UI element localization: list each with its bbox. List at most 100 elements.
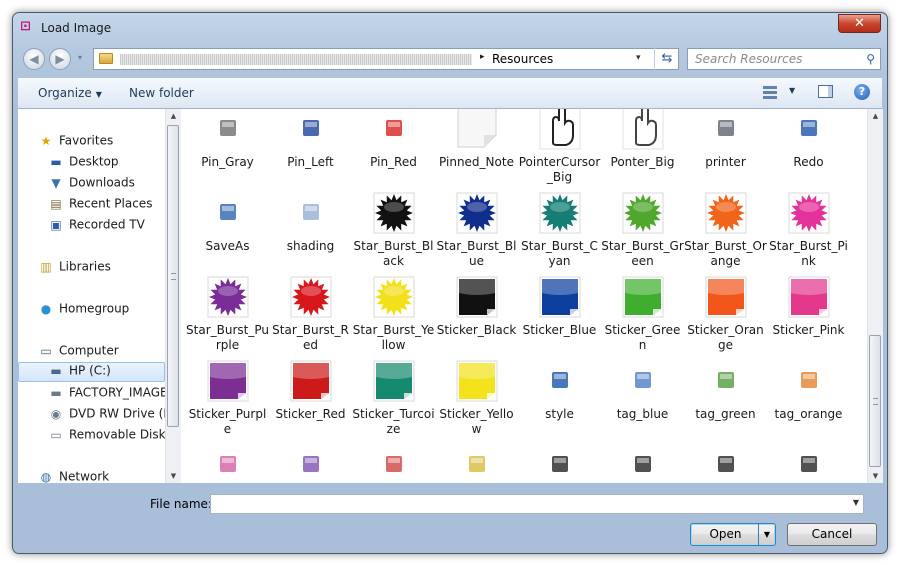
file-item[interactable]: Sticker_Pink (767, 273, 850, 357)
sidebar-scrollbar[interactable]: ▲ ▼ (165, 109, 181, 483)
file-item-label: Sticker_Green (604, 323, 681, 352)
breadcrumb-arrow-icon[interactable]: ▸ (480, 52, 485, 62)
file-item[interactable]: text_align_justify (601, 441, 684, 483)
file-item[interactable]: tag_orange (767, 357, 850, 441)
close-button[interactable]: ✕ (838, 14, 881, 33)
navigation-bar: ◀ ▶ ▾ ▸ Resources ▾ ⇆ Search Resources ⚲ (21, 47, 881, 71)
sidebar-item-favorites[interactable]: ★ Favorites (38, 133, 114, 153)
file-item[interactable]: Sticker_Blue (518, 273, 601, 357)
view-options-dropdown[interactable]: ▼ (789, 86, 795, 95)
file-list-scroll-thumb[interactable] (869, 335, 881, 467)
sidebar-item-downloads[interactable]: ▼ Downloads (48, 175, 135, 195)
navigation-pane: ★ Favorites ▬ Desktop ▼ Downloads ▤ Recent P… (18, 109, 165, 483)
file-item[interactable]: Star_Burst_Purple (186, 273, 269, 357)
file-item[interactable]: Star_Burst_Yellow (352, 273, 435, 357)
file-item[interactable]: PointerCursor_Big (518, 109, 601, 189)
sidebar-item-homegroup[interactable]: ● Homegroup (38, 301, 130, 321)
file-item[interactable]: Sticker_Turcoize (352, 357, 435, 441)
file-item[interactable]: Star_Burst_Orange (684, 189, 767, 273)
file-item[interactable]: tag_pink (186, 441, 269, 483)
file-item[interactable]: Star_Burst_Blue (435, 189, 518, 273)
file-item[interactable]: tag_green (684, 357, 767, 441)
sidebar-item-label: Computer (59, 343, 119, 358)
file-item[interactable]: Star_Burst_Pink (767, 189, 850, 273)
file-item[interactable]: printer (684, 109, 767, 189)
open-options-dropdown[interactable]: ▼ (758, 524, 775, 545)
cancel-button[interactable]: Cancel (787, 523, 877, 546)
forward-button[interactable]: ▶ (49, 48, 71, 70)
preview-pane-icon[interactable] (818, 85, 833, 98)
sidebar-item-computer[interactable]: ▭ Computer (38, 343, 119, 363)
grip-icon (873, 398, 878, 405)
chevron-down-icon[interactable]: ▼ (853, 498, 859, 507)
file-item[interactable]: Sticker_Yellow (435, 357, 518, 441)
file-item[interactable]: Sticker_Orange (684, 273, 767, 357)
recent-pages-dropdown[interactable]: ▾ (78, 53, 82, 62)
file-item[interactable]: Sticker_Purple (186, 357, 269, 441)
file-item[interactable]: Star_Burst_Green (601, 189, 684, 273)
text-align-justify-icon (622, 441, 664, 483)
file-item[interactable]: tag_yellow (435, 441, 518, 483)
tag-purple-icon (290, 441, 332, 483)
file-item[interactable]: Pinned_Note (435, 109, 518, 189)
file-item[interactable]: Pin_Left (269, 109, 352, 189)
address-dropdown[interactable]: ▾ (636, 53, 641, 63)
tag-pink-icon (207, 441, 249, 483)
scroll-up-icon[interactable]: ▲ (166, 109, 181, 123)
sidebar-item-recent-places[interactable]: ▤ Recent Places (48, 196, 152, 216)
breadcrumb-current-folder[interactable]: Resources (492, 52, 553, 66)
file-item[interactable]: Star_Burst_Cyan (518, 189, 601, 273)
file-item[interactable]: Sticker_Green (601, 273, 684, 357)
scroll-down-icon[interactable]: ▼ (868, 469, 883, 483)
file-item[interactable]: tag_purple (269, 441, 352, 483)
open-button[interactable]: Open ▼ (690, 523, 776, 546)
file-item-label: Star_Burst_Orange (684, 239, 767, 268)
file-item-label: Sticker_Purple (188, 407, 267, 436)
file-item[interactable]: Sticker_Black (435, 273, 518, 357)
sidebar-scroll-thumb[interactable] (167, 125, 179, 427)
file-item[interactable]: Star_Burst_Black (352, 189, 435, 273)
search-input[interactable]: Search Resources ⚲ (687, 48, 881, 70)
file-list-scrollbar[interactable]: ▲ ▼ (867, 109, 883, 483)
file-item[interactable]: Ponter_Big (601, 109, 684, 189)
file-item[interactable]: Sticker_Red (269, 357, 352, 441)
file-item-label: Star_Burst_Blue (436, 239, 517, 268)
text-align-center-icon (539, 441, 581, 483)
file-item[interactable]: style (518, 357, 601, 441)
change-view-icon[interactable] (763, 85, 777, 99)
sidebar-item-recorded-tv[interactable]: ▣ Recorded TV (48, 217, 145, 237)
downloads-icon: ▼ (51, 175, 61, 190)
file-item[interactable]: Redo (767, 109, 850, 189)
file-item[interactable]: Star_Burst_Red (269, 273, 352, 357)
file-item[interactable]: tag_blue (601, 357, 684, 441)
file-item[interactable]: shading (269, 189, 352, 273)
help-icon[interactable]: ? (854, 84, 870, 100)
chevron-down-icon: ▼ (95, 90, 102, 99)
sidebar-item-dvd-drive[interactable]: ◉ DVD RW Drive (E:) (48, 406, 165, 426)
sidebar-item-network[interactable]: ◍ Network (38, 469, 109, 484)
address-bar[interactable]: ▸ Resources ▾ ⇆ (93, 48, 679, 70)
sidebar-item-libraries[interactable]: ▥ Libraries (38, 259, 111, 279)
file-item[interactable]: SaveAs (186, 189, 269, 273)
file-name-input[interactable]: ▼ (210, 494, 864, 514)
sidebar-item-hp-c[interactable]: ▬ HP (C:) (18, 362, 165, 382)
search-icon[interactable]: ⚲ (866, 52, 875, 66)
back-button[interactable]: ◀ (23, 48, 45, 70)
organize-button[interactable]: Organize ▼ (38, 86, 102, 100)
file-item[interactable]: Pin_Red (352, 109, 435, 189)
file-item[interactable]: text_align_center (518, 441, 601, 483)
file-item-label: Star_Burst_Yellow (352, 323, 435, 352)
file-item[interactable]: text_align_right (767, 441, 850, 483)
sidebar-item-factory-image[interactable]: ▬ FACTORY_IMAGE (48, 385, 165, 405)
sidebar-item-removable-disk[interactable]: ▭ Removable Disk ( (48, 427, 165, 447)
network-icon: ◍ (40, 469, 52, 484)
file-item[interactable]: text_align_left (684, 441, 767, 483)
removable-disk-icon: ▭ (50, 427, 62, 442)
file-item[interactable]: tag_red (352, 441, 435, 483)
sidebar-item-desktop[interactable]: ▬ Desktop (48, 154, 118, 174)
scroll-down-icon[interactable]: ▼ (166, 469, 181, 483)
new-folder-button[interactable]: New folder (129, 86, 194, 100)
scroll-up-icon[interactable]: ▲ (868, 109, 883, 123)
file-item[interactable]: Pin_Gray (186, 109, 269, 189)
refresh-button[interactable]: ⇆ (654, 48, 679, 70)
